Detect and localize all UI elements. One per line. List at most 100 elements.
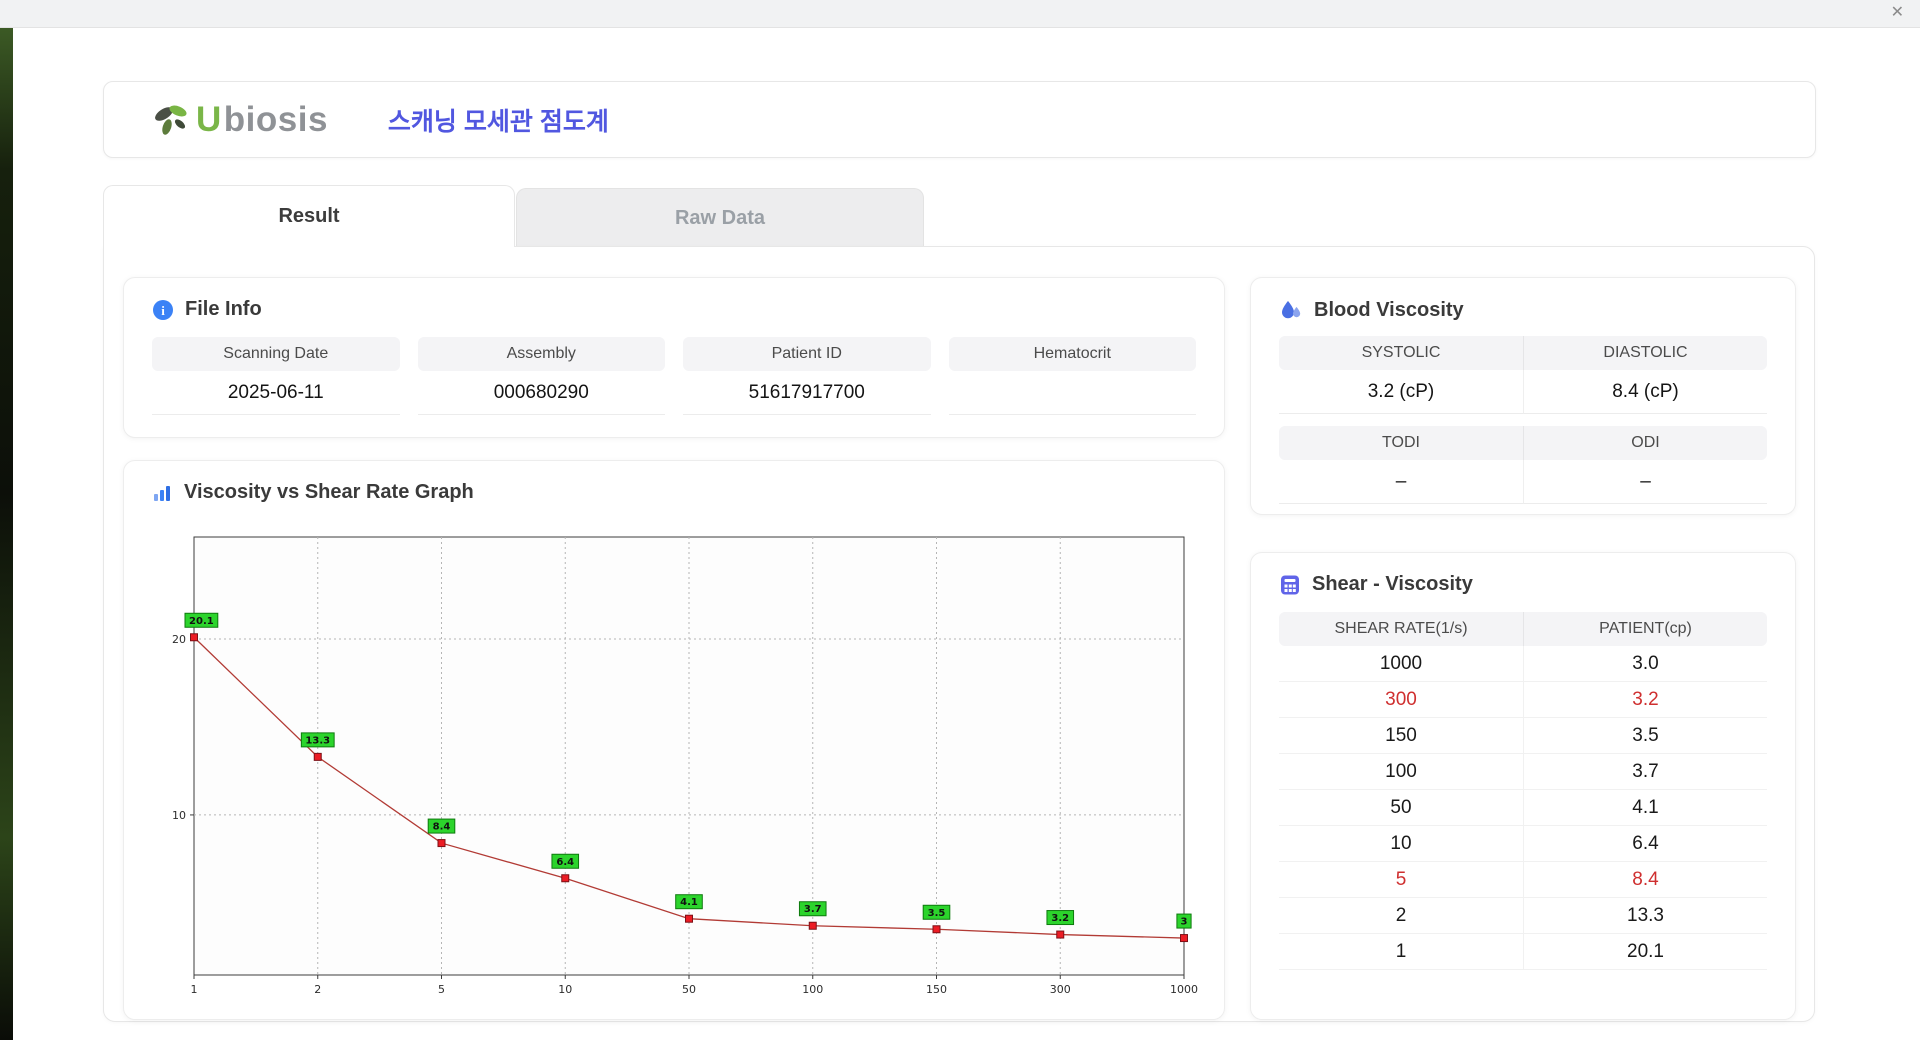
patient-cp-cell: 4.1: [1523, 790, 1767, 825]
file-info-field-value: 51617917700: [683, 371, 931, 415]
shear-table-row: 150 3.5: [1279, 718, 1767, 754]
shear-rate-cell: 100: [1385, 760, 1417, 782]
brand-rest: biosis: [223, 99, 328, 139]
shear-table-row: 2 13.3: [1279, 898, 1767, 934]
shear-table-row: 10 6.4: [1279, 826, 1767, 862]
close-icon[interactable]: ✕: [1891, 4, 1904, 22]
chart-x-tick-label: 5: [438, 983, 445, 996]
shear-table-row: 100 3.7: [1279, 754, 1767, 790]
bv-metric-value: –: [1523, 460, 1767, 504]
bv-metric-label: SYSTOLIC: [1279, 336, 1523, 370]
shear-rate-cell: 1: [1395, 940, 1407, 962]
patient-cp-cell: 3.0: [1523, 646, 1767, 681]
file-info-field-value: 000680290: [417, 371, 665, 415]
shear-rate-cell: 2: [1395, 904, 1407, 926]
main-card: i File Info Scanning Date 2025-06-11 Assem…: [103, 246, 1815, 1022]
bv-metric-value: 8.4 (cP): [1523, 370, 1767, 414]
file-info-field-value: 2025-06-11: [152, 371, 400, 415]
ubiosis-logo: U biosis: [150, 100, 328, 140]
blood-viscosity-title: Blood Viscosity: [1314, 298, 1464, 321]
file-info-field-label: Assembly: [417, 337, 665, 371]
shear-viscosity-title: Shear - Viscosity: [1312, 573, 1473, 595]
bv-metric-label: DIASTOLIC: [1523, 336, 1767, 370]
chart-point: [1180, 934, 1188, 943]
shear-rate-cell: 10: [1390, 832, 1412, 854]
patient-cp-cell: 20.1: [1523, 934, 1767, 969]
chart-point: [1056, 930, 1065, 939]
chart-point: [685, 914, 693, 923]
shear-table-row: 50 4.1: [1279, 790, 1767, 826]
bar-chart-icon: [154, 486, 170, 501]
graph-panel: Viscosity vs Shear Rate Graph 1 2 5 10 50 100…: [123, 460, 1225, 1020]
shear-rate-cell: 1000: [1379, 652, 1423, 674]
patient-cp-cell: 8.4: [1523, 862, 1767, 897]
shear-rate-cell: 150: [1385, 724, 1417, 746]
chart-point-label: 6.4: [556, 857, 574, 868]
file-info-fields: Scanning Date 2025-06-11 Assembly 000680290…: [124, 321, 1224, 415]
shear-table: SHEAR RATE(1/s) PATIENT(cp) 1000 3.0 300 3.2…: [1279, 612, 1767, 970]
tab-result[interactable]: Result: [103, 185, 515, 247]
chart-point-label: 20.1: [189, 616, 214, 627]
blood-viscosity-panel: Blood Viscosity SYSTOLIC DIASTOLIC 3.2 (cP…: [1250, 277, 1796, 515]
shear-table-header-cell: SHEAR RATE(1/s): [1334, 620, 1468, 637]
tab-raw-data[interactable]: Raw Data: [516, 188, 924, 247]
shear-table-header-cell: PATIENT(cp): [1523, 612, 1767, 646]
patient-cp-cell: 6.4: [1523, 826, 1767, 861]
chart-point-label: 3.5: [928, 908, 946, 919]
file-info-field: Hematocrit: [948, 337, 1196, 415]
chart-y-tick-label: 20: [172, 633, 186, 646]
chart-x-tick-label: 10: [558, 983, 572, 996]
blood-viscosity-title-row: Blood Viscosity: [1251, 278, 1795, 322]
file-info-field: Scanning Date 2025-06-11: [152, 337, 400, 415]
shear-table-row: 1 20.1: [1279, 934, 1767, 970]
file-info-field-value: [948, 371, 1196, 415]
patient-cp-cell: 3.5: [1523, 718, 1767, 753]
chart-point: [190, 633, 198, 642]
file-info-field-label: Scanning Date: [152, 337, 400, 371]
file-info-field-label: Hematocrit: [948, 337, 1196, 371]
window-titlebar: ✕: [0, 0, 1920, 28]
chart-point: [808, 921, 817, 930]
chart-point: [561, 874, 570, 883]
svg-text:i: i: [161, 303, 165, 318]
chart-point-label: 3.7: [804, 904, 822, 915]
bv-metric-label: ODI: [1523, 426, 1767, 460]
chart-point: [437, 839, 446, 848]
chart-x-tick-label: 50: [682, 983, 696, 996]
chart-x-tick-label: 2: [314, 983, 321, 996]
chart-point-label: 13.3: [305, 735, 330, 746]
chart-point-label: 3.2: [1051, 913, 1069, 924]
info-icon: i: [153, 299, 173, 320]
file-info-panel: i File Info Scanning Date 2025-06-11 Assem…: [123, 277, 1225, 438]
patient-cp-cell: 3.7: [1523, 754, 1767, 789]
blood-viscosity-group: TODI ODI – –: [1279, 426, 1767, 504]
chart-x-tick-label: 1: [191, 983, 198, 996]
chart-point: [313, 752, 322, 761]
shear-viscosity-title-row: Shear - Viscosity: [1251, 553, 1795, 596]
shear-table-head: SHEAR RATE(1/s) PATIENT(cp): [1279, 612, 1767, 646]
brand-first-letter: U: [196, 99, 222, 139]
chart-x-tick-label: 100: [802, 983, 823, 996]
page-title: 스캐닝 모세관 점도계: [387, 107, 609, 136]
bv-metric-label: TODI: [1279, 426, 1523, 460]
patient-cp-cell: 3.2: [1523, 682, 1767, 717]
chart-x-tick-label: 1000: [1170, 983, 1198, 996]
shear-rate-cell: 5: [1395, 868, 1407, 890]
chart-point-label: 4.1: [680, 897, 698, 908]
bv-metric-value: 3.2 (cP): [1279, 370, 1523, 414]
patient-cp-cell: 13.3: [1523, 898, 1767, 933]
shear-rate-cell: 300: [1385, 688, 1417, 710]
chart-x-tick-label: 150: [926, 983, 947, 996]
shear-table-body: 1000 3.0 300 3.2 150 3.5 100 3.7 50 4.1 10 6.4 5 8.4 2…: [1279, 646, 1767, 970]
leaf-logo-icon: [155, 105, 187, 135]
file-info-title-row: i File Info: [124, 278, 1224, 321]
desktop-edge-strip: [0, 28, 13, 1040]
bv-metric-value: –: [1279, 460, 1523, 504]
graph-title: Viscosity vs Shear Rate Graph: [184, 481, 474, 503]
file-info-field: Patient ID 51617917700: [683, 337, 931, 415]
blood-viscosity-group: SYSTOLIC DIASTOLIC 3.2 (cP) 8.4 (cP): [1279, 336, 1767, 414]
shear-rate-cell: 50: [1390, 796, 1412, 818]
chart-point-label: 8.4: [433, 822, 451, 833]
chart-point: [932, 925, 941, 934]
droplet-icon: [1282, 301, 1301, 319]
